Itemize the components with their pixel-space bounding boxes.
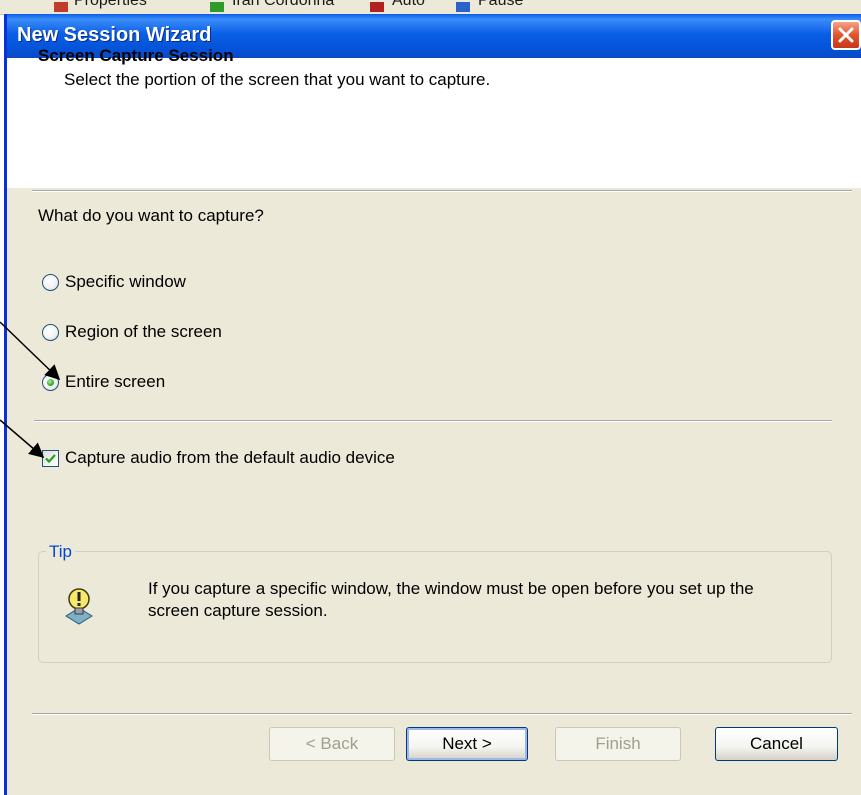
stop-icon [370,2,384,12]
tip-title: Tip [46,542,75,562]
capture-question: What do you want to capture? [38,206,264,225]
lightbulb-tip-icon [65,588,93,625]
checkmark-icon [45,453,56,463]
page-title: Screen Capture Session [38,46,234,65]
capture-audio-checkbox[interactable] [42,449,59,467]
radio-region-of-screen[interactable]: Region of the screen [42,322,222,342]
close-icon [838,27,854,43]
tip-text: If you capture a specific window, the wi… [148,579,754,620]
toolbar-fragment-properties: Properties [74,0,147,9]
capture-audio-checkbox-row[interactable]: Capture audio from the default audio dev… [42,448,395,468]
background-toolbar: Properties Iran Cordonna Auto Pause [0,0,861,15]
toolbar-fragment-record: Iran Cordonna [232,0,335,9]
radio-entire-screen[interactable]: Entire screen [42,372,165,392]
new-session-wizard-dialog: New Session Wizard [4,14,861,795]
back-button[interactable]: < Back [269,727,395,761]
capture-audio-label: Capture audio from the default audio dev… [65,448,395,467]
record-icon [210,2,224,12]
close-button[interactable] [831,20,861,50]
radio-specific-window[interactable]: Specific window [42,272,186,292]
radio-button[interactable] [42,323,59,341]
properties-icon [54,2,68,12]
radio-button-selected[interactable] [42,373,59,391]
window-title: New Session Wizard [17,24,212,46]
footer-divider [32,713,852,715]
radio-label: Entire screen [65,372,166,391]
next-button[interactable]: Next > [406,727,528,761]
pause-icon [456,2,470,12]
radio-button[interactable] [42,273,59,291]
radio-label: Region of the screen [65,322,222,341]
page-subtitle: Select the portion of the screen that yo… [64,70,491,89]
finish-button[interactable]: Finish [555,727,681,761]
radio-label: Specific window [65,272,186,291]
options-divider [34,420,832,422]
cancel-button[interactable]: Cancel [715,727,838,761]
toolbar-fragment-auto: Auto [392,0,425,9]
header-divider [32,190,852,192]
toolbar-fragment-pause: Pause [478,0,524,9]
